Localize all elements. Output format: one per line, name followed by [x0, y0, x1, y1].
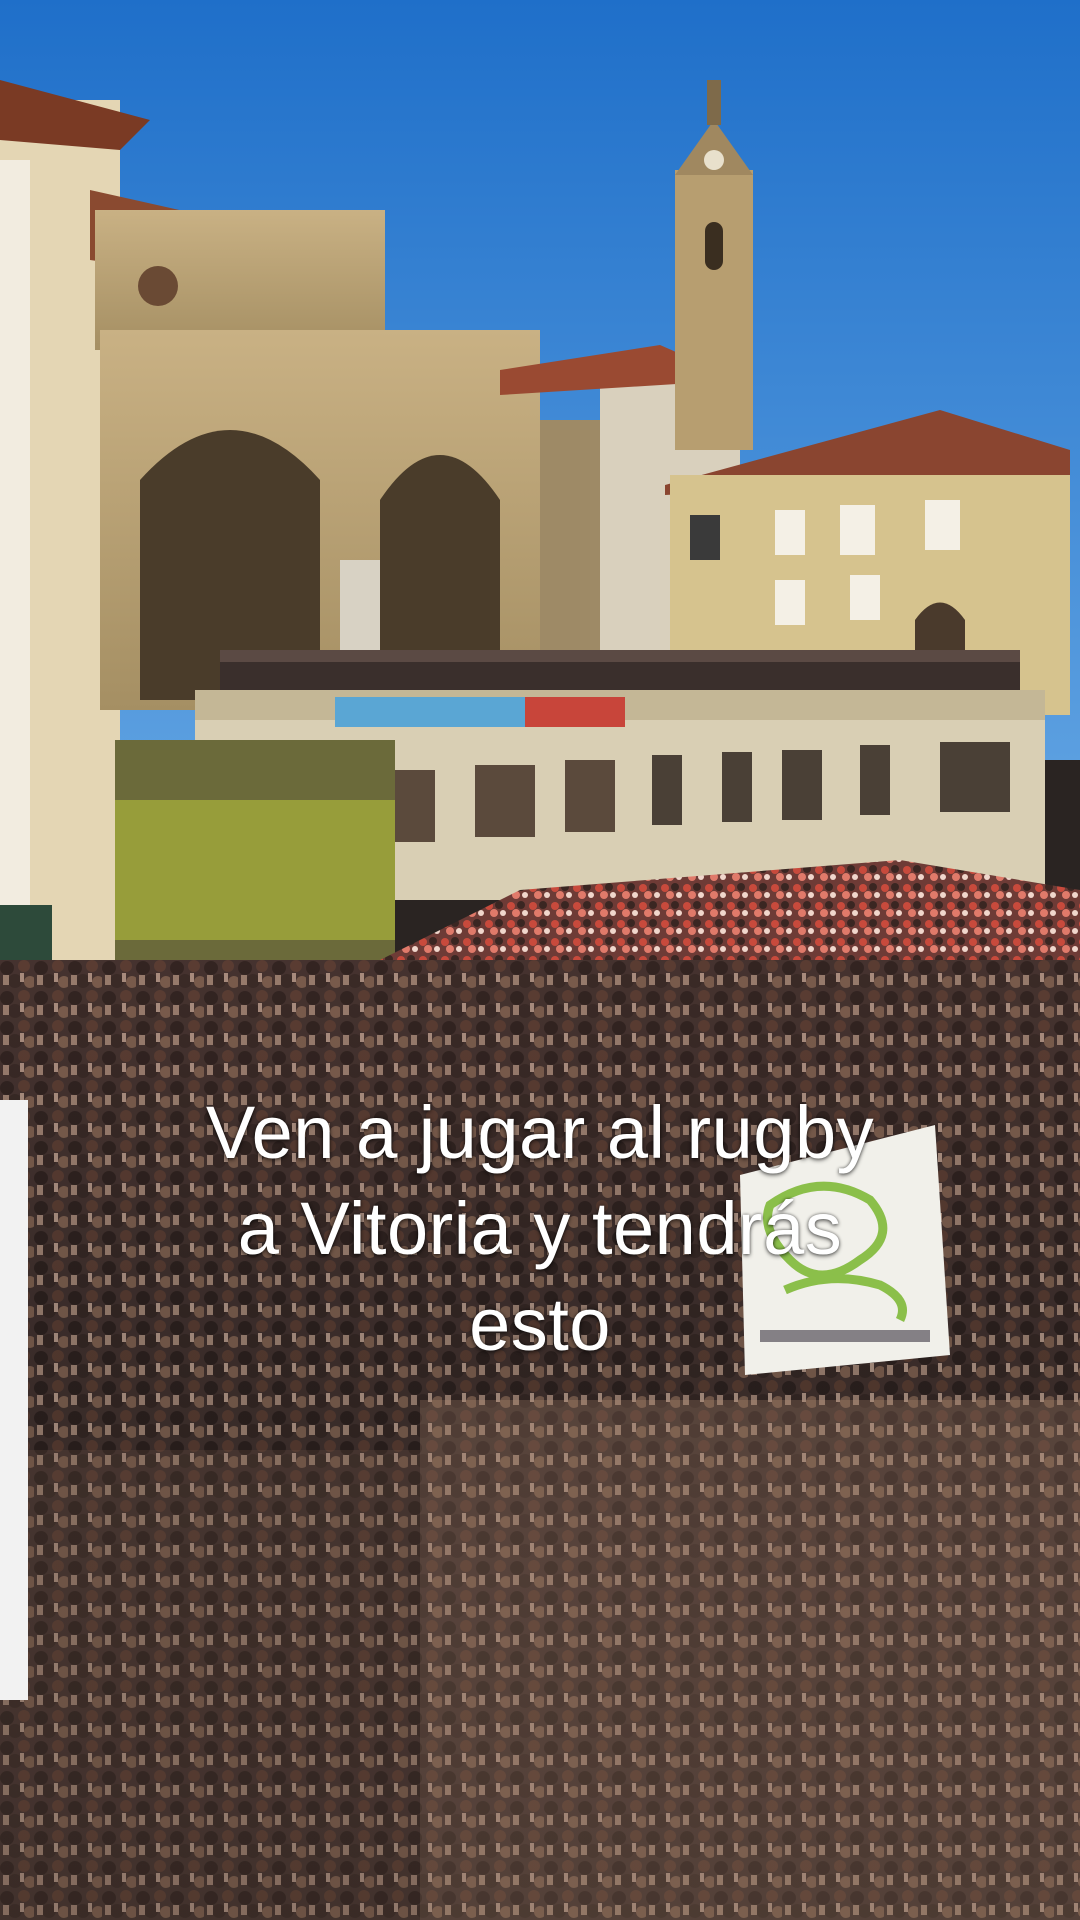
video-caption: Ven a jugar al rugby a Vitoria y tendrás…	[0, 1085, 1080, 1373]
caption-line-3: esto	[469, 1283, 611, 1366]
caption-line-2: a Vitoria y tendrás	[237, 1187, 843, 1270]
photo-background	[0, 0, 1080, 1920]
caption-line-1: Ven a jugar al rugby	[205, 1091, 875, 1174]
